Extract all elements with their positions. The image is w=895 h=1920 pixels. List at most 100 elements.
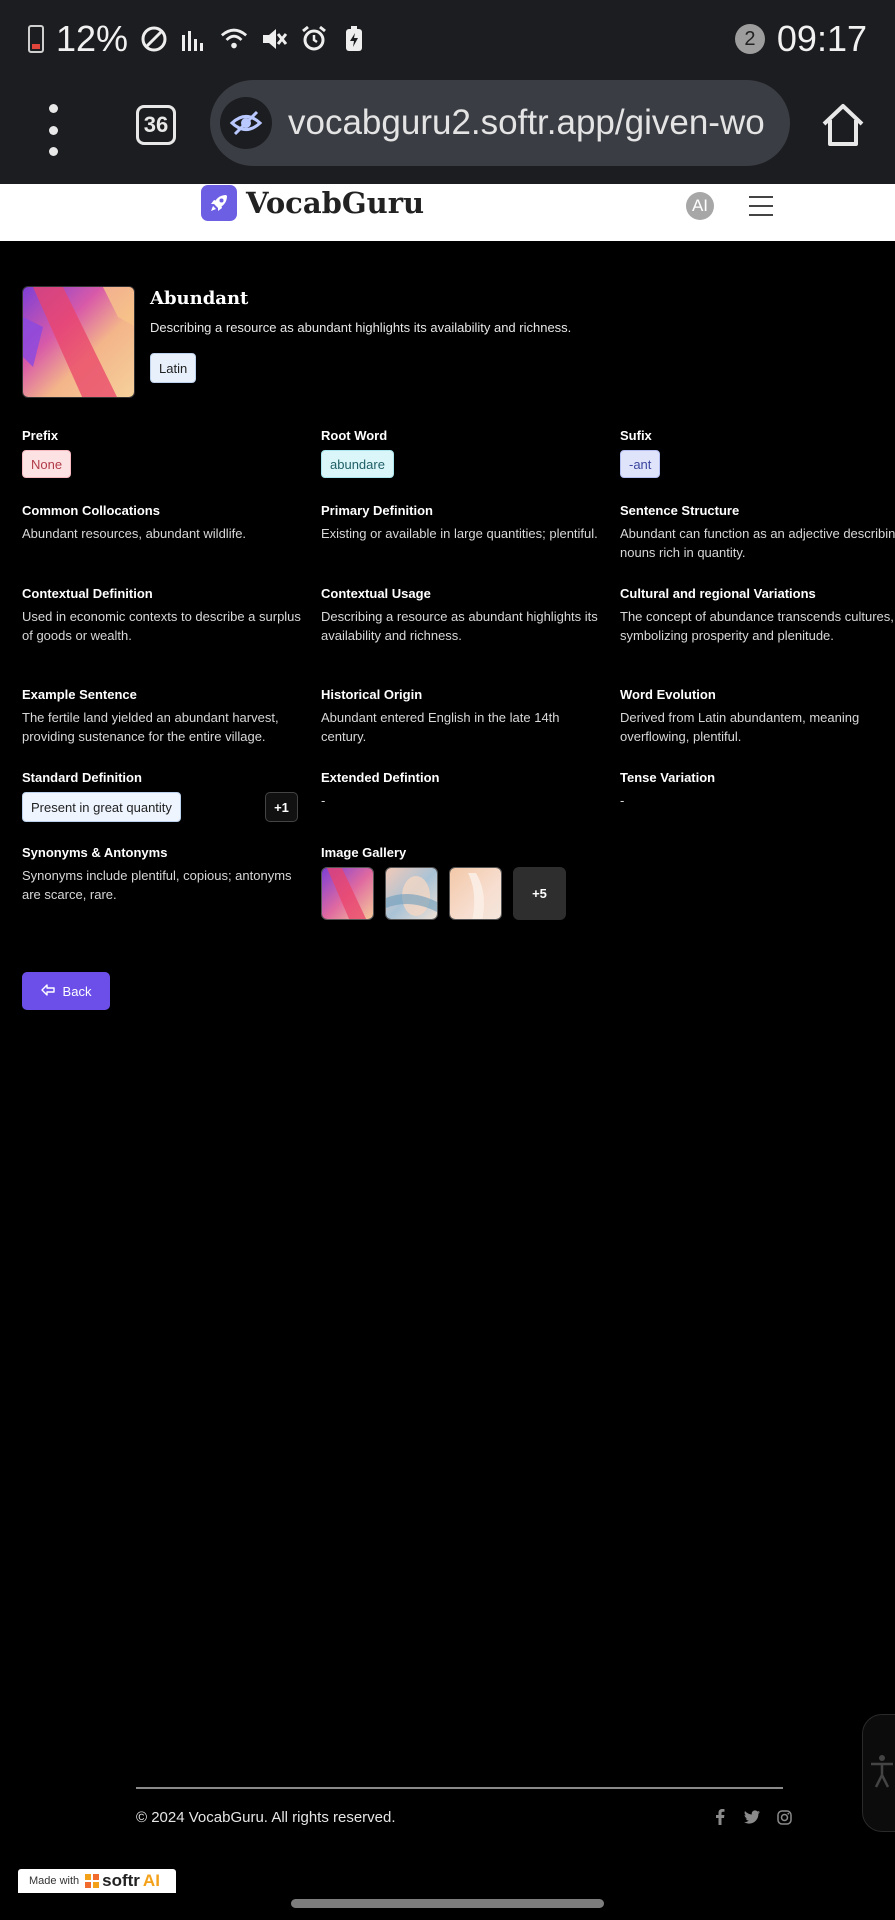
field-label: Root Word <box>321 428 388 443</box>
footer-copyright: © 2024 VocabGuru. All rights reserved. <box>136 1809 396 1826</box>
footer-divider <box>136 1787 783 1789</box>
footer-social-links <box>712 1809 792 1825</box>
user-avatar[interactable]: AI <box>686 192 714 220</box>
twitter-icon[interactable] <box>744 1809 760 1825</box>
prefix-field: Prefix None <box>22 428 307 478</box>
gallery-thumbnail[interactable] <box>385 867 438 920</box>
word-evolution-field: Word Evolution Derived from Latin abunda… <box>620 687 895 746</box>
accessibility-widget-button[interactable] <box>862 1714 895 1832</box>
alarm-icon <box>300 25 328 53</box>
word-description: Describing a resource as abundant highli… <box>150 320 572 335</box>
gesture-navigation-bar[interactable] <box>291 1899 604 1908</box>
field-label: Historical Origin <box>321 687 423 702</box>
field-value: Existing or available in large quantitie… <box>321 526 598 541</box>
do-not-disturb-icon <box>140 25 168 53</box>
field-label: Contextual Usage <box>321 586 431 601</box>
field-label: Standard Definition <box>22 770 142 785</box>
field-value: Abundant resources, abundant wildlife. <box>22 526 247 541</box>
image-gallery: +5 <box>321 867 566 920</box>
battery-saver-icon <box>340 25 368 53</box>
field-label: Common Collocations <box>22 503 160 518</box>
gallery-thumbnail[interactable] <box>449 867 502 920</box>
field-value: The concept of abundance transcends cult… <box>620 609 894 643</box>
softr-ai-wordmark: AI <box>142 1871 160 1890</box>
tense-variation-field: Tense Variation - <box>620 770 895 810</box>
field-value: Abundant can function as an adjective de… <box>620 526 895 560</box>
field-label: Synonyms & Antonyms <box>22 845 168 860</box>
field-label: Word Evolution <box>620 687 716 702</box>
wifi-icon <box>220 25 248 53</box>
clock: 09:17 <box>776 18 867 59</box>
field-value: Used in economic contexts to describe a … <box>22 609 301 643</box>
gallery-more-button[interactable]: +5 <box>513 867 566 920</box>
made-with-softr-badge[interactable]: Made with softr AI <box>18 1869 176 1893</box>
brand-name[interactable]: VocabGuru <box>246 186 424 220</box>
extended-definition-field: Extended Defintion - <box>321 770 606 810</box>
suffix-chip: -ant <box>620 450 661 478</box>
primary-definition-field: Primary Definition Existing or available… <box>321 503 606 543</box>
root-word-chip: abundare <box>321 450 394 478</box>
signal-icon <box>180 25 208 53</box>
root-word-field: Root Word abundare <box>321 428 606 478</box>
synonyms-antonyms-field: Synonyms & Antonyms Synonyms include ple… <box>22 845 307 904</box>
word-title: Abundant <box>150 288 249 309</box>
field-value: - <box>321 793 326 808</box>
back-button[interactable]: Back <box>22 972 110 1010</box>
tab-switcher-button[interactable]: 36 <box>136 105 176 145</box>
battery-icon <box>28 25 44 53</box>
battery-level: 12% <box>56 18 129 59</box>
standard-definition-chip: Present in great quantity <box>22 792 181 822</box>
field-label: Example Sentence <box>22 687 137 702</box>
field-value: Describing a resource as abundant highli… <box>321 609 598 643</box>
softr-logo-icon <box>85 1874 100 1888</box>
more-definitions-badge[interactable]: +1 <box>265 792 298 822</box>
suffix-field: Sufix -ant <box>620 428 895 478</box>
screen: 12% 2 09:17 36 vocabguru2.softr.app/give… <box>0 0 895 1920</box>
browser-toolbar: 36 vocabguru2.softr.app/given-wo <box>0 78 895 184</box>
field-value: Abundant entered English in the late 14t… <box>321 710 560 744</box>
arrow-left-icon <box>40 983 55 999</box>
field-label: Primary Definition <box>321 503 433 518</box>
field-value: Derived from Latin abundantem, meaning o… <box>620 710 860 744</box>
browser-menu-button[interactable] <box>38 104 68 156</box>
cultural-variations-field: Cultural and regional Variations The con… <box>620 586 895 645</box>
historical-origin-field: Historical Origin Abundant entered Engli… <box>321 687 606 746</box>
field-label: Sufix <box>620 428 652 443</box>
incognito-eye-icon[interactable] <box>220 97 272 149</box>
sentence-structure-field: Sentence Structure Abundant can function… <box>620 503 895 562</box>
contextual-usage-field: Contextual Usage Describing a resource a… <box>321 586 606 645</box>
prefix-chip: None <box>22 450 72 478</box>
instagram-icon[interactable] <box>776 1809 792 1825</box>
mute-icon <box>260 25 288 53</box>
softr-wordmark: softr <box>102 1871 140 1890</box>
hamburger-menu-icon[interactable] <box>749 196 773 216</box>
back-button-label: Back <box>62 983 92 999</box>
address-bar[interactable]: vocabguru2.softr.app/given-wo <box>210 80 790 166</box>
accessibility-icon <box>869 1753 895 1794</box>
status-bar: 12% 2 09:17 <box>0 0 895 78</box>
field-label: Sentence Structure <box>620 503 740 518</box>
softr-logo: softr AI <box>85 1871 160 1891</box>
field-label: Tense Variation <box>620 770 716 785</box>
rocket-logo-icon[interactable] <box>201 185 237 221</box>
field-label: Contextual Definition <box>22 586 153 601</box>
home-icon[interactable] <box>818 100 868 150</box>
image-gallery-field: Image Gallery <box>321 845 606 860</box>
facebook-icon[interactable] <box>712 1809 728 1825</box>
field-value: Synonyms include plentiful, copious; ant… <box>22 868 292 902</box>
gallery-thumbnail[interactable] <box>321 867 374 920</box>
field-value: - <box>620 793 625 808</box>
field-label: Extended Defintion <box>321 770 440 785</box>
made-with-label: Made with <box>29 1875 80 1887</box>
field-label: Image Gallery <box>321 845 407 860</box>
field-value: The fertile land yielded an abundant har… <box>22 710 279 744</box>
collocations-field: Common Collocations Abundant resources, … <box>22 503 307 543</box>
origin-tag: Latin <box>150 353 197 383</box>
word-image[interactable] <box>22 286 135 398</box>
field-label: Cultural and regional Variations <box>620 586 816 601</box>
url-text: vocabguru2.softr.app/given-wo <box>288 103 765 142</box>
notification-count-badge: 2 <box>734 24 765 54</box>
contextual-definition-field: Contextual Definition Used in economic c… <box>22 586 307 645</box>
field-label: Prefix <box>22 428 59 443</box>
example-sentence-field: Example Sentence The fertile land yielde… <box>22 687 307 746</box>
